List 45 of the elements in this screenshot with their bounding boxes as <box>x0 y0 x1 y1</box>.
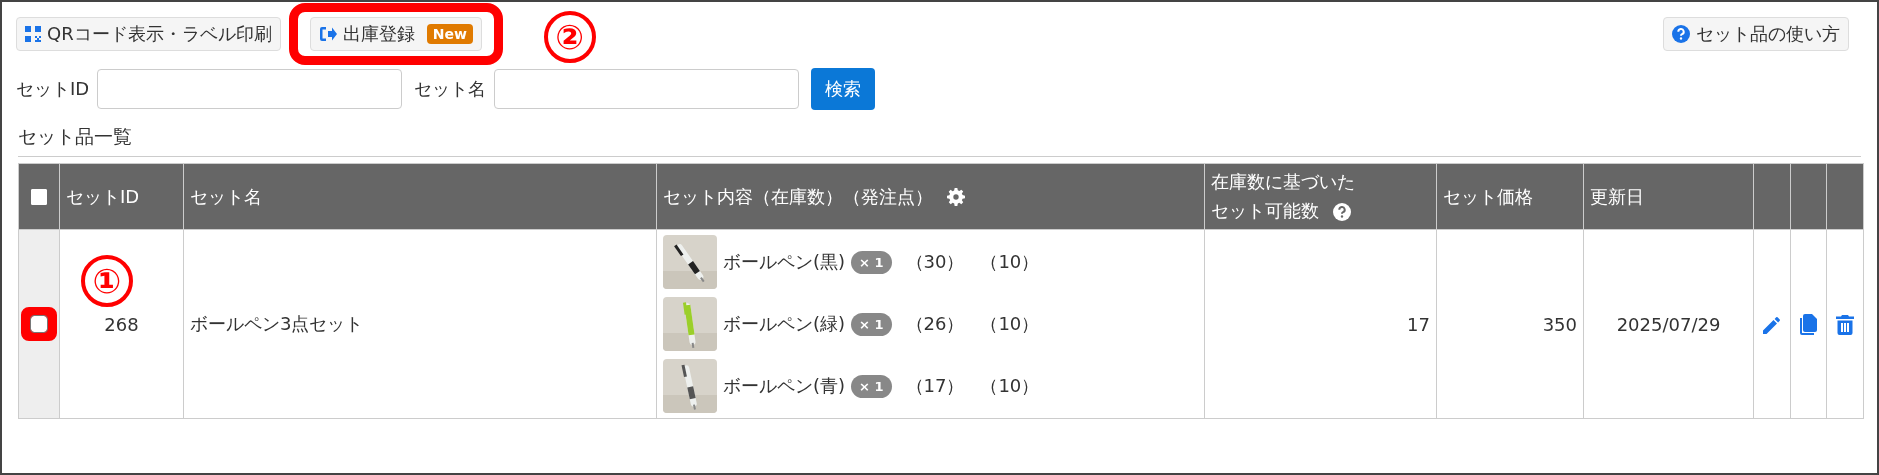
item-name: ボールペン(黒) <box>723 250 846 274</box>
table-cell: ボールペン3点セット <box>183 229 657 419</box>
stock-count: （17） <box>905 374 965 398</box>
qr-icon <box>25 26 41 42</box>
input-field[interactable] <box>494 69 800 109</box>
section-title: セット品一覧 <box>18 124 133 149</box>
quantity-badge: × 1 <box>851 312 892 336</box>
new-badge: New <box>426 24 473 44</box>
item-name: ボールペン(緑) <box>723 312 846 336</box>
reorder-point: （10） <box>980 312 1040 336</box>
trash-icon[interactable] <box>1836 315 1854 335</box>
callout-number: ① <box>81 255 133 307</box>
quantity-badge: × 1 <box>851 250 892 274</box>
column-header: 更新日 <box>1583 163 1754 230</box>
arrow-out-icon <box>318 26 337 42</box>
column-header: セット価格 <box>1436 163 1584 230</box>
field-label: セットID <box>16 77 90 101</box>
input-field[interactable] <box>97 69 403 109</box>
stock-count: （30） <box>905 250 965 274</box>
search-button[interactable]: 検索 <box>811 68 876 110</box>
column-header: セット可能数 <box>1211 199 1319 221</box>
help-button[interactable]: セット品の使い方 <box>1663 17 1849 51</box>
reorder-point: （10） <box>980 374 1040 398</box>
toolbar-button[interactable]: 出庫登録 New <box>309 17 482 51</box>
column-header: 在庫数に基づいた <box>1211 170 1355 192</box>
table-cell: 17 <box>1204 229 1437 419</box>
copy-icon[interactable] <box>1799 314 1818 336</box>
field-label: セット名 <box>414 77 487 101</box>
callout-number: ② <box>543 11 596 63</box>
stock-count: （26） <box>905 312 965 336</box>
column-header: セットID <box>59 163 184 230</box>
item-name: ボールペン(青) <box>723 374 846 398</box>
table-cell: 350 <box>1436 229 1584 419</box>
row-checkbox[interactable] <box>31 316 47 332</box>
quantity-badge: × 1 <box>851 374 892 398</box>
reorder-point: （10） <box>980 250 1040 274</box>
column-header: セット名 <box>183 163 657 230</box>
help-icon <box>1672 25 1690 43</box>
toolbar-button[interactable]: QRコード表示・ラベル印刷 <box>16 17 281 51</box>
settings-icon[interactable] <box>947 187 965 206</box>
column-header: セット内容（在庫数）（発注点） <box>656 163 1205 230</box>
help-icon[interactable] <box>1333 202 1351 221</box>
select-all-checkbox[interactable] <box>31 189 47 206</box>
pencil-icon[interactable] <box>1762 315 1782 335</box>
table-cell: 2025/07/29 <box>1583 229 1754 419</box>
